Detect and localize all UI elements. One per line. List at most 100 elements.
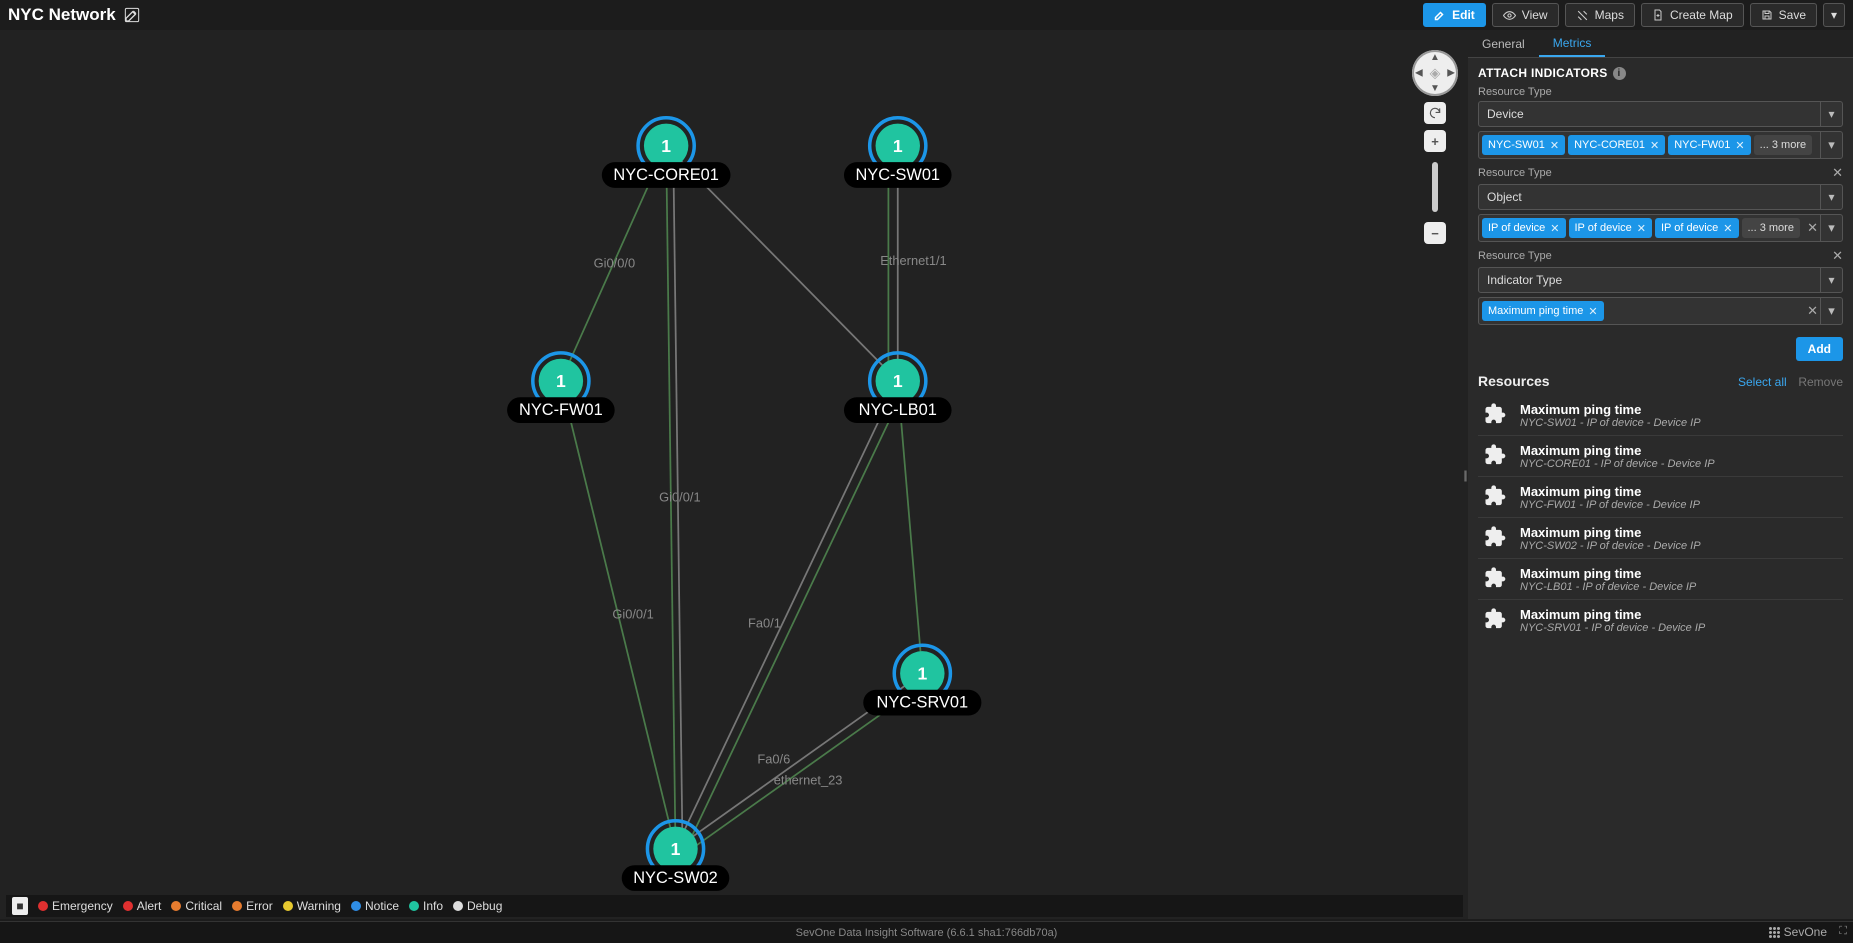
chip-remove-icon[interactable]: ✕ [1735,139,1744,152]
create-map-button[interactable]: Create Map [1641,3,1744,27]
legend-label: Alert [137,899,162,913]
chip-remove-icon[interactable]: ✕ [1588,305,1597,318]
chevron-down-icon: ▾ [1820,298,1842,324]
remove-link[interactable]: Remove [1798,375,1843,389]
puzzle-icon [1482,524,1510,552]
bookmark-icon[interactable]: ■ [12,897,28,915]
node-NYC-LB01[interactable]: 1NYC-LB01 [844,353,952,423]
resource-item[interactable]: Maximum ping timeNYC-SRV01 - IP of devic… [1478,599,1843,640]
node-NYC-FW01[interactable]: 1NYC-FW01 [507,353,615,423]
status-bar: SevOne Data Insight Software (6.6.1 sha1… [0,921,1853,943]
chip-more[interactable]: ... 3 more [1754,135,1812,155]
resource-item[interactable]: Maximum ping timeNYC-LB01 - IP of device… [1478,558,1843,599]
rt-label-3: Resource Type [1478,250,1552,262]
dot-icon [351,901,361,911]
resource-title: Maximum ping time [1520,607,1705,622]
device-select[interactable]: Device ▾ [1478,101,1843,127]
view-button[interactable]: View [1492,3,1559,27]
indicator-chips[interactable]: Maximum ping time✕✕ ▾ [1478,297,1843,325]
pan-dpad[interactable]: ▲ ▼ ◀ ▶ ◈ [1412,50,1458,96]
resource-item[interactable]: Maximum ping timeNYC-CORE01 - IP of devi… [1478,435,1843,476]
tab-metrics-label: Metrics [1553,36,1592,50]
resource-title: Maximum ping time [1520,566,1696,581]
zoom-out-button[interactable]: − [1424,222,1446,244]
legend-label: Notice [365,899,399,913]
dot-icon [171,901,181,911]
legend-label: Critical [185,899,222,913]
select-all-link[interactable]: Select all [1738,375,1787,389]
chip-more[interactable]: ... 3 more [1742,218,1800,238]
chevron-down-icon: ▾ [1820,185,1842,209]
title-text: NYC Network [8,5,116,25]
remove-group-2[interactable]: ✕ [1832,165,1843,181]
chip-remove-icon[interactable]: ✕ [1723,222,1732,235]
legend-label: Info [423,899,443,913]
resource-title: Maximum ping time [1520,443,1715,458]
chip-remove-icon[interactable]: ✕ [1650,139,1659,152]
edit-title-icon[interactable] [124,7,140,23]
chip[interactable]: IP of device✕ [1655,218,1739,238]
chip[interactable]: IP of device✕ [1482,218,1566,238]
arrow-right-icon: ▶ [1447,68,1455,79]
resource-title: Maximum ping time [1520,525,1701,540]
zoom-in-button[interactable]: + [1424,130,1446,152]
resource-item[interactable]: Maximum ping timeNYC-FW01 - IP of device… [1478,476,1843,517]
arrow-left-icon: ◀ [1415,68,1423,79]
reset-view-button[interactable] [1424,102,1446,124]
node-NYC-CORE01[interactable]: 1NYC-CORE01 [602,118,731,188]
edge-label: Fa0/6 [757,751,790,766]
topology-canvas[interactable]: Gi0/0/0Gi0/0/1Gi0/0/1Ethernet1/1Fa0/1Fa0… [0,30,1468,919]
edge-label: Gi0/0/1 [612,606,653,621]
chip[interactable]: NYC-FW01 ✕ [1668,135,1750,155]
puzzle-icon [1482,483,1510,511]
dot-icon [38,901,48,911]
edge-label: Fa0/1 [748,616,781,631]
edge[interactable] [898,381,923,673]
chip[interactable]: Maximum ping time✕ [1482,301,1604,321]
edge-label: Ethernet1/1 [880,253,947,268]
remove-group-3[interactable]: ✕ [1832,248,1843,264]
save-button[interactable]: Save [1750,3,1817,27]
panel-tabs: General Metrics [1468,30,1853,58]
chip[interactable]: NYC-SW01✕ [1482,135,1565,155]
edge-label: Gi0/0/0 [594,255,635,270]
add-button[interactable]: Add [1796,337,1843,361]
legend-label: Warning [297,899,341,913]
tab-general[interactable]: General [1468,30,1539,57]
indicator-select[interactable]: Indicator Type ▾ [1478,267,1843,293]
maps-button[interactable]: Maps [1565,3,1635,27]
node-NYC-SW01[interactable]: 1NYC-SW01 [844,118,952,188]
chip[interactable]: IP of device ✕ [1569,218,1653,238]
save-menu-button[interactable]: ▾ [1823,3,1845,27]
chip-remove-icon[interactable]: ✕ [1550,139,1559,152]
legend-item: Debug [453,899,502,913]
clear-chips-icon[interactable]: ✕ [1807,220,1818,236]
collapse-handle[interactable]: || [1461,455,1468,495]
info-icon[interactable]: i [1613,67,1626,80]
chip-label: IP of device [1575,222,1632,234]
dot-icon [283,901,293,911]
svg-text:1: 1 [671,839,681,859]
chip-remove-icon[interactable]: ✕ [1550,222,1559,235]
device-chips[interactable]: NYC-SW01✕NYC-CORE01✕NYC-FW01✕... 3 more▾ [1478,131,1843,159]
chip-label: NYC-FW01 [1674,139,1730,151]
resource-item[interactable]: Maximum ping timeNYC-SW01 - IP of device… [1478,395,1843,435]
attach-title-text: ATTACH INDICATORS [1478,66,1608,80]
save-label: Save [1779,8,1806,22]
resource-subtitle: NYC-SRV01 - IP of device - Device IP [1520,622,1705,634]
tab-metrics[interactable]: Metrics [1539,30,1606,57]
edit-button[interactable]: Edit [1423,3,1486,27]
node-NYC-SW02[interactable]: 1NYC-SW02 [622,821,730,891]
chip[interactable]: NYC-CORE01✕ [1568,135,1665,155]
object-select[interactable]: Object ▾ [1478,184,1843,210]
node-NYC-SRV01[interactable]: 1NYC-SRV01 [863,645,981,715]
zoom-slider[interactable] [1432,162,1438,212]
legend-item: Warning [283,899,341,913]
svg-text:NYC-FW01: NYC-FW01 [519,401,603,419]
object-chips[interactable]: IP of device✕IP of device✕IP of device✕.… [1478,214,1843,242]
clear-chips-icon[interactable]: ✕ [1807,303,1818,319]
resource-item[interactable]: Maximum ping timeNYC-SW02 - IP of device… [1478,517,1843,558]
expand-icon[interactable]: ⛶ [1839,925,1847,938]
chip-remove-icon[interactable]: ✕ [1637,222,1646,235]
side-panel: || General Metrics ATTACH INDICATORS i R… [1468,30,1853,919]
